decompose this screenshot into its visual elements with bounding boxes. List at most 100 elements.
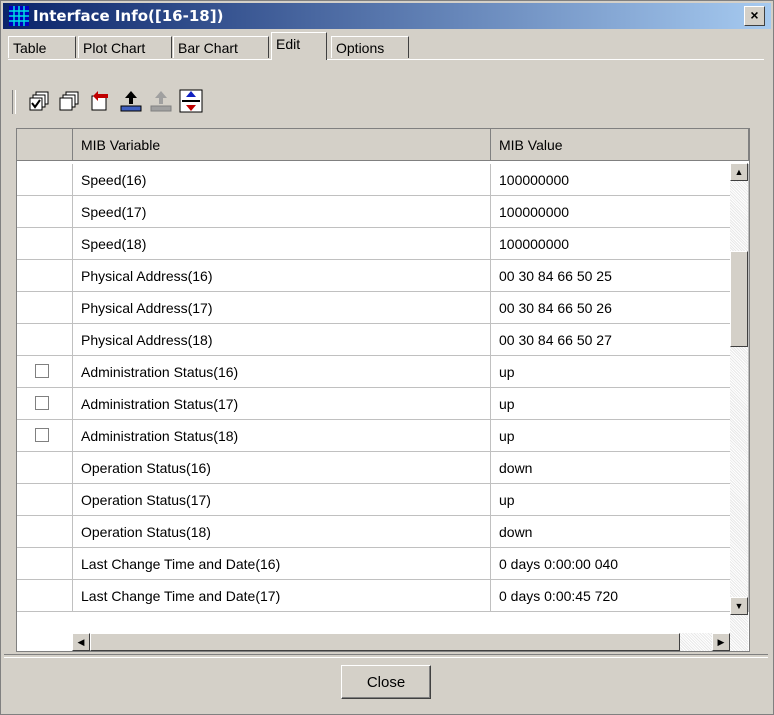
mib-value-cell[interactable]: down	[491, 516, 749, 548]
select-all-button[interactable]	[28, 88, 54, 114]
arrow-up-icon: ▲	[734, 167, 744, 177]
mib-variable-cell: Operation Status(17)	[73, 484, 491, 516]
row-select-cell	[17, 164, 73, 196]
table-row[interactable]: Speed(18) 100000000	[17, 228, 749, 260]
mib-table: MIB Variable MIB Value Speed(16) 10000000…	[16, 128, 750, 652]
window-title: Interface Info([16-18])	[33, 7, 224, 25]
arrow-right-icon: ▶	[717, 637, 725, 647]
row-select-cell	[17, 324, 73, 356]
scroll-right-button[interactable]: ▶	[712, 633, 730, 651]
row-select-cell[interactable]	[17, 356, 73, 388]
row-select-cell	[17, 516, 73, 548]
table-row[interactable]: Physical Address(16) 00 30 84 66 50 25	[17, 260, 749, 292]
table-row[interactable]: Administration Status(18) up	[17, 420, 749, 452]
horizontal-scroll-thumb[interactable]	[90, 633, 680, 651]
table-row[interactable]: Operation Status(16) down	[17, 452, 749, 484]
mib-value-cell[interactable]: 0 days 0:00:00 040	[491, 548, 749, 580]
tab-bar-chart[interactable]: Bar Chart	[173, 36, 269, 58]
undo-button[interactable]	[88, 88, 114, 114]
header-mib-value[interactable]: MIB Value	[491, 129, 749, 161]
upload-disabled-icon	[150, 91, 172, 112]
toolbar-separator	[12, 90, 16, 114]
mib-value-cell[interactable]: 00 30 84 66 50 27	[491, 324, 749, 356]
table-row[interactable]: Last Change Time and Date(17) 0 days 0:00…	[17, 580, 749, 612]
mib-variable-cell: Speed(17)	[73, 196, 491, 228]
mib-value-cell[interactable]: 0 days 0:00:45 720	[491, 580, 749, 612]
table-row[interactable]: Speed(17) 100000000	[17, 196, 749, 228]
mib-variable-cell: Speed(18)	[73, 228, 491, 260]
row-select-cell	[17, 292, 73, 324]
arrow-down-icon: ▼	[734, 601, 744, 611]
mib-variable-cell: Administration Status(18)	[73, 420, 491, 452]
mib-variable-cell: Operation Status(18)	[73, 516, 491, 548]
table-row[interactable]: Speed(16) 100000000	[17, 164, 749, 196]
mib-value-cell[interactable]: 00 30 84 66 50 26	[491, 292, 749, 324]
deselect-all-icon	[59, 91, 79, 111]
row-select-cell	[17, 260, 73, 292]
row-checkbox[interactable]	[35, 428, 49, 442]
table-row[interactable]: Operation Status(18) down	[17, 516, 749, 548]
table-row[interactable]: Administration Status(16) up	[17, 356, 749, 388]
table-row[interactable]: Operation Status(17) up	[17, 484, 749, 516]
row-select-cell[interactable]	[17, 388, 73, 420]
refresh-button[interactable]	[178, 88, 204, 114]
close-window-button[interactable]: ×	[744, 6, 765, 26]
mib-variable-cell: Administration Status(17)	[73, 388, 491, 420]
title-bar[interactable]: Interface Info([16-18]) ×	[3, 3, 771, 29]
header-check-column[interactable]	[17, 129, 73, 161]
mib-variable-cell: Administration Status(16)	[73, 356, 491, 388]
mib-value-cell[interactable]: up	[491, 420, 749, 452]
scroll-left-button[interactable]: ◀	[72, 633, 90, 651]
scroll-up-button[interactable]: ▲	[730, 163, 748, 181]
mib-variable-cell: Physical Address(17)	[73, 292, 491, 324]
upload-icon	[120, 91, 142, 112]
upload-disabled-button[interactable]	[148, 88, 174, 114]
mib-value-cell[interactable]: up	[491, 356, 749, 388]
table-row[interactable]: Last Change Time and Date(16) 0 days 0:00…	[17, 548, 749, 580]
scroll-down-button[interactable]: ▼	[730, 597, 748, 615]
grid-app-icon	[9, 6, 29, 26]
tab-options[interactable]: Options	[331, 36, 409, 58]
row-select-cell	[17, 548, 73, 580]
mib-variable-cell: Physical Address(16)	[73, 260, 491, 292]
row-select-cell[interactable]	[17, 420, 73, 452]
tab-divider	[8, 59, 764, 60]
mib-variable-cell: Operation Status(16)	[73, 452, 491, 484]
row-select-cell	[17, 228, 73, 260]
tab-edit[interactable]: Edit	[271, 32, 327, 60]
table-row[interactable]: Administration Status(17) up	[17, 388, 749, 420]
table-row[interactable]: Physical Address(18) 00 30 84 66 50 27	[17, 324, 749, 356]
horizontal-scrollbar[interactable]: ◀ ▶	[72, 633, 748, 651]
close-icon: ×	[750, 7, 759, 23]
select-all-icon	[29, 91, 49, 111]
tab-table[interactable]: Table	[8, 36, 76, 58]
mib-value-cell[interactable]: 00 30 84 66 50 25	[491, 260, 749, 292]
mib-value-cell[interactable]: 100000000	[491, 228, 749, 260]
row-select-cell	[17, 484, 73, 516]
mib-value-cell[interactable]: up	[491, 388, 749, 420]
footer-divider	[4, 654, 768, 658]
mib-value-cell[interactable]: up	[491, 484, 749, 516]
mib-variable-cell: Physical Address(18)	[73, 324, 491, 356]
deselect-all-button[interactable]	[58, 88, 84, 114]
header-mib-variable[interactable]: MIB Variable	[73, 129, 491, 161]
mib-variable-cell: Speed(16)	[73, 164, 491, 196]
mib-variable-cell: Last Change Time and Date(17)	[73, 580, 491, 612]
undo-icon	[91, 91, 108, 111]
upload-button[interactable]	[118, 88, 144, 114]
table-row[interactable]: Physical Address(17) 00 30 84 66 50 26	[17, 292, 749, 324]
mib-value-cell[interactable]: 100000000	[491, 164, 749, 196]
mib-value-cell[interactable]: down	[491, 452, 749, 484]
vertical-scrollbar[interactable]: ▲ ▼	[730, 163, 748, 633]
row-select-cell	[17, 452, 73, 484]
close-button[interactable]: Close	[341, 665, 431, 699]
row-select-cell	[17, 196, 73, 228]
mib-value-cell[interactable]: 100000000	[491, 196, 749, 228]
tab-plot-chart[interactable]: Plot Chart	[78, 36, 172, 58]
vertical-scroll-thumb[interactable]	[730, 251, 748, 347]
row-checkbox[interactable]	[35, 396, 49, 410]
row-select-cell	[17, 580, 73, 612]
arrow-left-icon: ◀	[77, 637, 85, 647]
refresh-icon	[179, 89, 203, 113]
row-checkbox[interactable]	[35, 364, 49, 378]
